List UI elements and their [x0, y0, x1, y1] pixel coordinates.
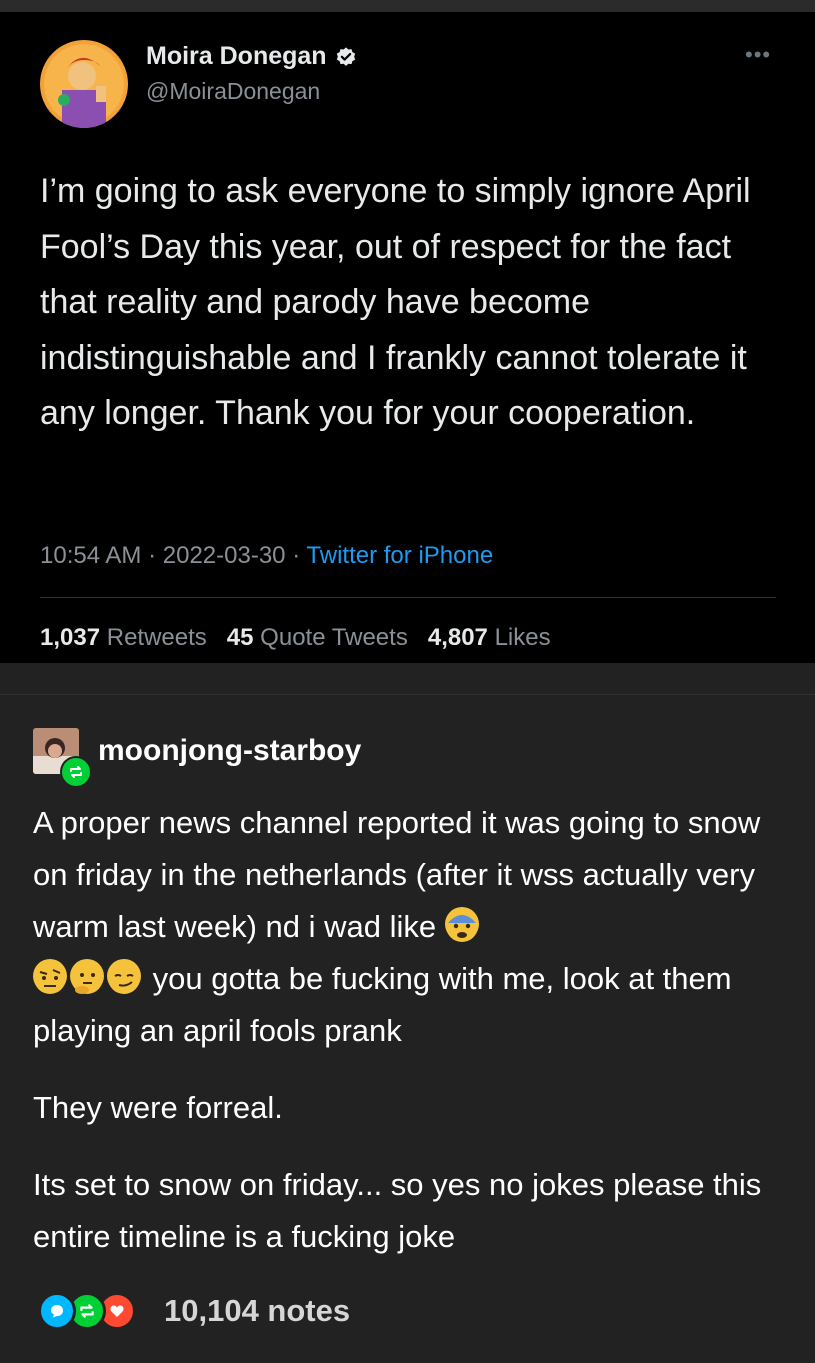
tweet-divider	[40, 597, 776, 598]
tweet-text: I’m going to ask everyone to simply igno…	[40, 172, 751, 432]
raised-eyebrow-face-emoji	[33, 959, 67, 994]
tweet-date: 2022-03-30	[162, 542, 286, 569]
post-divider	[0, 694, 815, 695]
retweets-count: 1,037	[40, 624, 101, 651]
likes-label: Likes	[494, 624, 551, 651]
post-body: A proper news channel reported it was go…	[33, 797, 793, 1263]
tweet-screenshot: Moira Donegan @MoiraDonegan ••• I’m goin…	[0, 12, 815, 663]
tweet-handle: @MoiraDonegan	[146, 78, 321, 104]
reblogger-username[interactable]: moonjong-starboy	[98, 734, 361, 768]
more-icon[interactable]: •••	[745, 42, 771, 68]
post-paragraph-1: A proper news channel reported it was go…	[33, 805, 761, 1048]
post-paragraph-2: They were forreal.	[33, 1090, 283, 1125]
likes-count: 4,807	[427, 624, 488, 651]
smirking-face-emoji	[107, 959, 141, 994]
thinking-face-emoji	[70, 959, 104, 994]
tweet-time: 10:54 AM	[40, 542, 142, 569]
quote-tweets-label: Quote Tweets	[260, 624, 408, 651]
notes-bar[interactable]: 10,104 notes	[38, 1292, 350, 1330]
anxious-face-emoji	[444, 907, 479, 942]
reply-icon	[38, 1292, 76, 1330]
notes-count[interactable]: 10,104 notes	[164, 1293, 350, 1329]
quote-tweets-count: 45	[226, 624, 254, 651]
tweet-meta: 10:54 AM · 2022-03-30 · Twitter for iPho…	[40, 542, 494, 569]
tweet-source: Twitter for iPhone	[306, 542, 494, 569]
tweet-avatar	[40, 40, 128, 128]
verified-badge-icon	[336, 46, 355, 66]
reblog-badge-icon	[60, 756, 92, 788]
tweet-stats: 1,037 Retweets 45 Quote Tweets 4,807 Lik…	[40, 624, 551, 652]
post-paragraph-3: Its set to snow on friday... so yes no j…	[33, 1167, 762, 1254]
retweets-label: Retweets	[106, 624, 207, 651]
top-strip	[0, 0, 815, 12]
tweet-display-name: Moira Donegan	[146, 42, 357, 71]
